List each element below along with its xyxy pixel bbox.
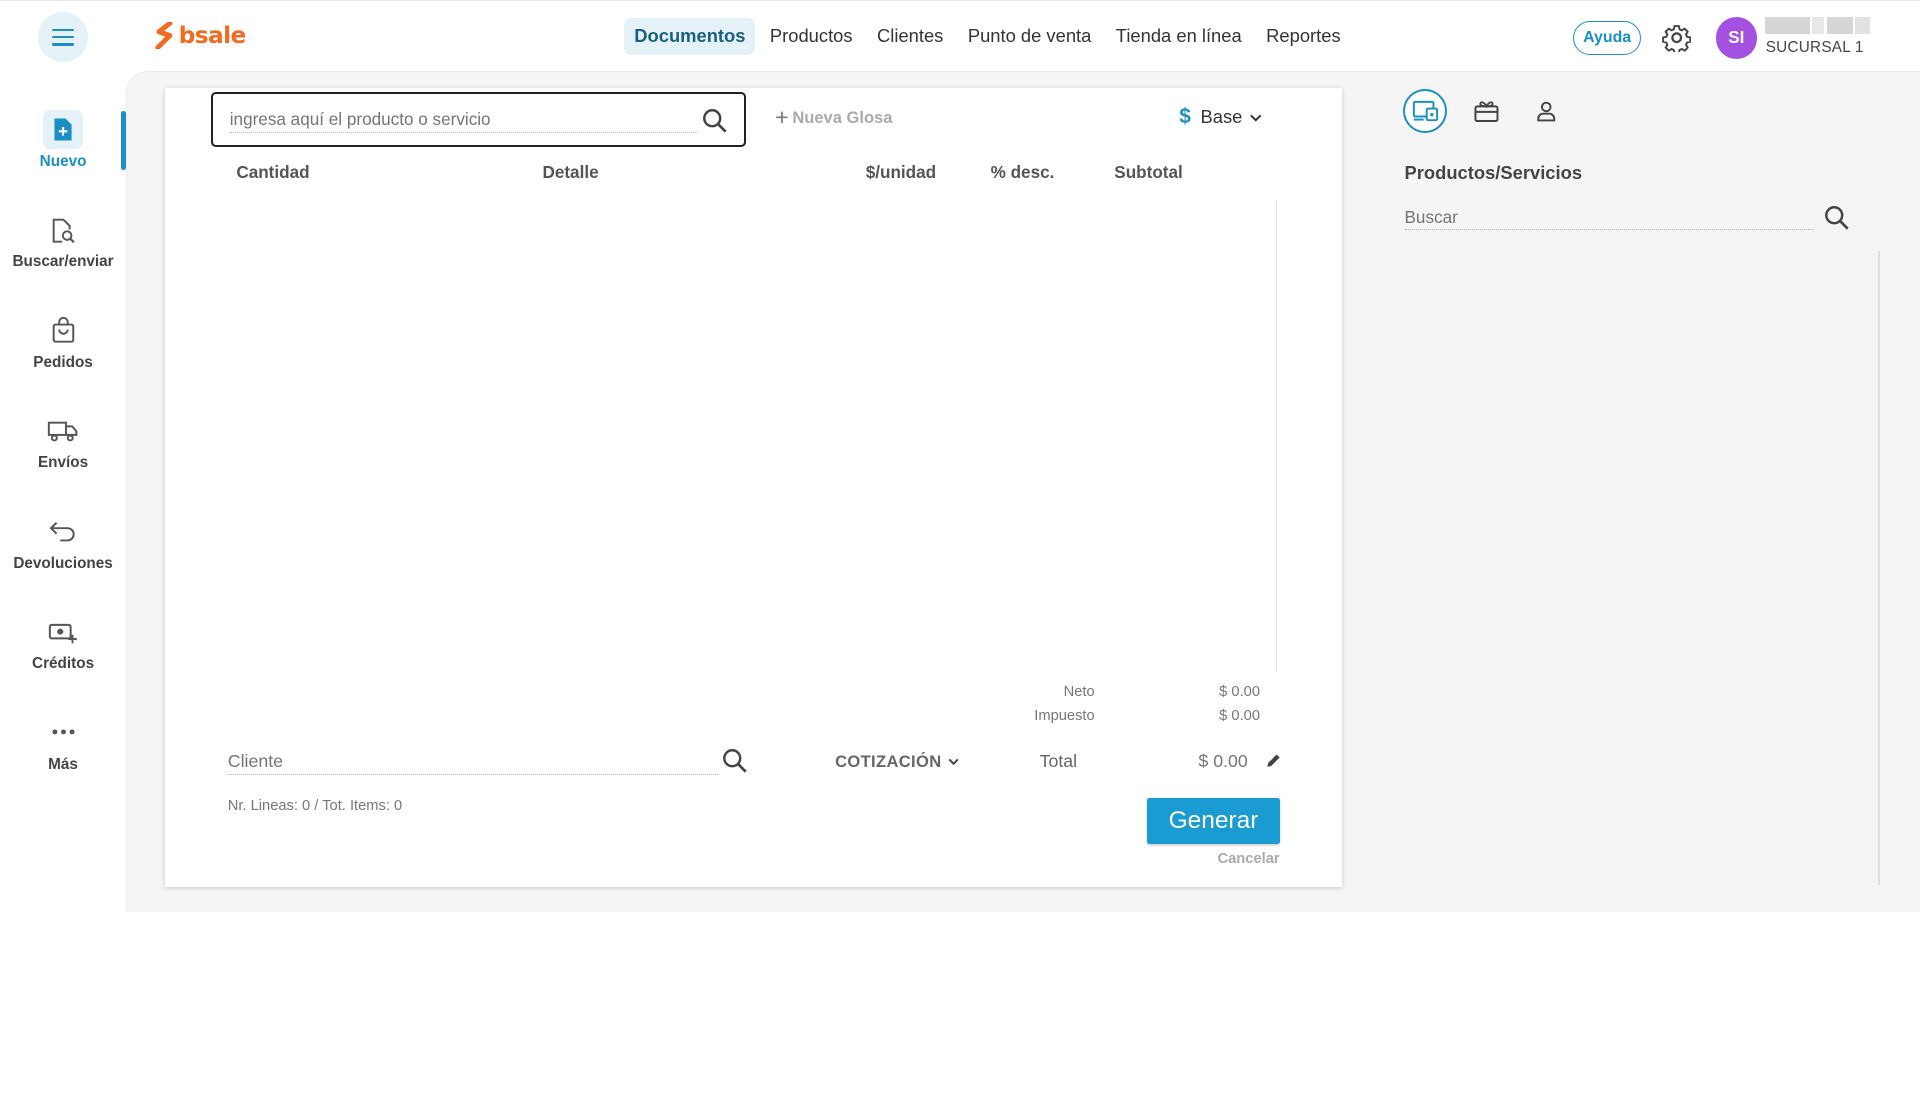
- column-header-detalle: Detalle: [542, 161, 599, 182]
- column-header-precio-unidad: $/unidad: [865, 161, 937, 182]
- product-search-box: [210, 91, 746, 147]
- sidebar-item-pedidos[interactable]: Pedidos: [0, 311, 126, 372]
- chevron-down-icon: [1250, 114, 1262, 122]
- sidebar-item-label: Más: [48, 755, 78, 773]
- price-list-selector[interactable]: $ Base: [1179, 105, 1265, 129]
- brand-logo[interactable]: bsale: [154, 21, 246, 49]
- impuesto-label: Impuesto: [1034, 707, 1095, 724]
- pencil-icon[interactable]: [1265, 752, 1282, 769]
- sidebar-item-creditos[interactable]: Créditos: [0, 612, 126, 673]
- chevron-down-icon: [948, 758, 959, 766]
- sidebar-item-label: Nuevo: [39, 153, 87, 171]
- credit-cash-icon: [43, 612, 82, 651]
- column-header-cantidad: Cantidad: [236, 161, 310, 182]
- product-panel-search-input[interactable]: [1404, 205, 1814, 231]
- total-value: $ 0.00: [1198, 750, 1248, 771]
- nav-clientes[interactable]: Clientes: [867, 18, 953, 55]
- return-arrow-icon: [43, 512, 82, 551]
- sidebar-item-label: Devoluciones: [13, 554, 113, 572]
- right-panel-scrollbar-track[interactable]: [1878, 251, 1880, 886]
- sidebar-item-envios[interactable]: Envíos: [0, 411, 126, 472]
- total-label: Total: [1039, 750, 1078, 771]
- truck-icon: [43, 411, 82, 450]
- more-dots-icon: [43, 713, 82, 752]
- sidebar-item-buscar-enviar[interactable]: Buscar/enviar: [0, 211, 126, 272]
- avatar[interactable]: SI: [1715, 16, 1758, 59]
- search-icon[interactable]: [1822, 203, 1851, 232]
- nav-reportes[interactable]: Reportes: [1256, 18, 1350, 55]
- document-type-label: COTIZACIÓN: [835, 751, 942, 771]
- search-icon[interactable]: [720, 746, 749, 775]
- column-header-descuento: % desc.: [990, 161, 1055, 182]
- lines-info: Nr. Lineas: 0 / Tot. Items: 0: [227, 798, 403, 815]
- nav-tienda-en-linea[interactable]: Tienda en línea: [1106, 18, 1251, 55]
- price-list-label: Base: [1200, 106, 1243, 128]
- nav-punto-de-venta[interactable]: Punto de venta: [958, 18, 1101, 55]
- neto-label: Neto: [1063, 684, 1095, 701]
- table-scrollbar-track[interactable]: [1275, 199, 1278, 673]
- sidebar-item-label: Pedidos: [33, 353, 93, 371]
- new-gloss-label: Nueva Glosa: [792, 107, 893, 127]
- menu-button[interactable]: [37, 12, 89, 63]
- new-gloss-button[interactable]: + Nueva Glosa: [775, 104, 893, 131]
- column-header-subtotal: Subtotal: [1114, 161, 1183, 182]
- plus-icon: +: [775, 104, 789, 131]
- gear-icon[interactable]: [1661, 23, 1691, 53]
- main-nav: Documentos Productos Clientes Punto de v…: [624, 17, 1355, 56]
- generate-button[interactable]: Generar: [1147, 798, 1280, 844]
- currency-symbol: $: [1179, 105, 1191, 129]
- search-document-icon: [43, 211, 82, 250]
- shopping-bag-icon: [43, 311, 82, 350]
- sidebar-item-nuevo[interactable]: Nuevo: [0, 110, 126, 171]
- gift-card-icon: [1474, 101, 1499, 123]
- right-panel-title: Productos/Servicios: [1404, 161, 1583, 183]
- user-icon: [1537, 101, 1556, 122]
- sidebar: Nuevo Buscar/enviar Pedidos Envíos Devol…: [0, 73, 127, 912]
- bsale-logo-icon: [155, 21, 173, 49]
- tab-gift-cards[interactable]: [1465, 89, 1509, 133]
- sidebar-item-label: Envíos: [37, 454, 89, 472]
- sidebar-item-mas[interactable]: Más: [0, 713, 126, 774]
- sidebar-item-label: Créditos: [32, 655, 95, 673]
- top-bar: bsale Documentos Productos Clientes Punt…: [0, 0, 1920, 73]
- new-document-icon: [43, 110, 83, 150]
- product-search-input[interactable]: [229, 106, 698, 133]
- nav-documentos[interactable]: Documentos: [624, 18, 756, 55]
- brand-name: bsale: [178, 21, 246, 49]
- sidebar-item-devoluciones[interactable]: Devoluciones: [0, 512, 126, 573]
- neto-value: $ 0.00: [1219, 684, 1260, 701]
- hamburger-icon: [52, 26, 75, 48]
- nav-productos[interactable]: Productos: [760, 18, 862, 55]
- impuesto-value: $ 0.00: [1219, 707, 1260, 724]
- client-input[interactable]: [227, 748, 718, 776]
- user-name-redacted: [1764, 16, 1870, 35]
- search-icon[interactable]: [700, 106, 729, 135]
- branch-label: SUCURSAL 1: [1765, 38, 1864, 56]
- sidebar-item-label: Buscar/enviar: [12, 253, 114, 271]
- help-button[interactable]: Ayuda: [1573, 20, 1641, 55]
- tab-client[interactable]: [1525, 89, 1569, 133]
- products-devices-icon: [1412, 101, 1438, 122]
- document-type-selector[interactable]: COTIZACIÓN: [835, 752, 962, 772]
- cancel-link[interactable]: Cancelar: [1206, 851, 1280, 867]
